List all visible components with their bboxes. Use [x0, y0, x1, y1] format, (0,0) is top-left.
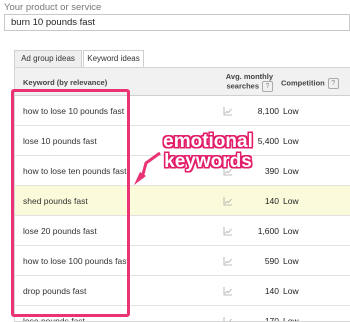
annotation-label: emotional keywords [160, 132, 256, 172]
annotation-line2: keywords [164, 151, 252, 172]
annotation-line1: emotional [163, 131, 253, 152]
